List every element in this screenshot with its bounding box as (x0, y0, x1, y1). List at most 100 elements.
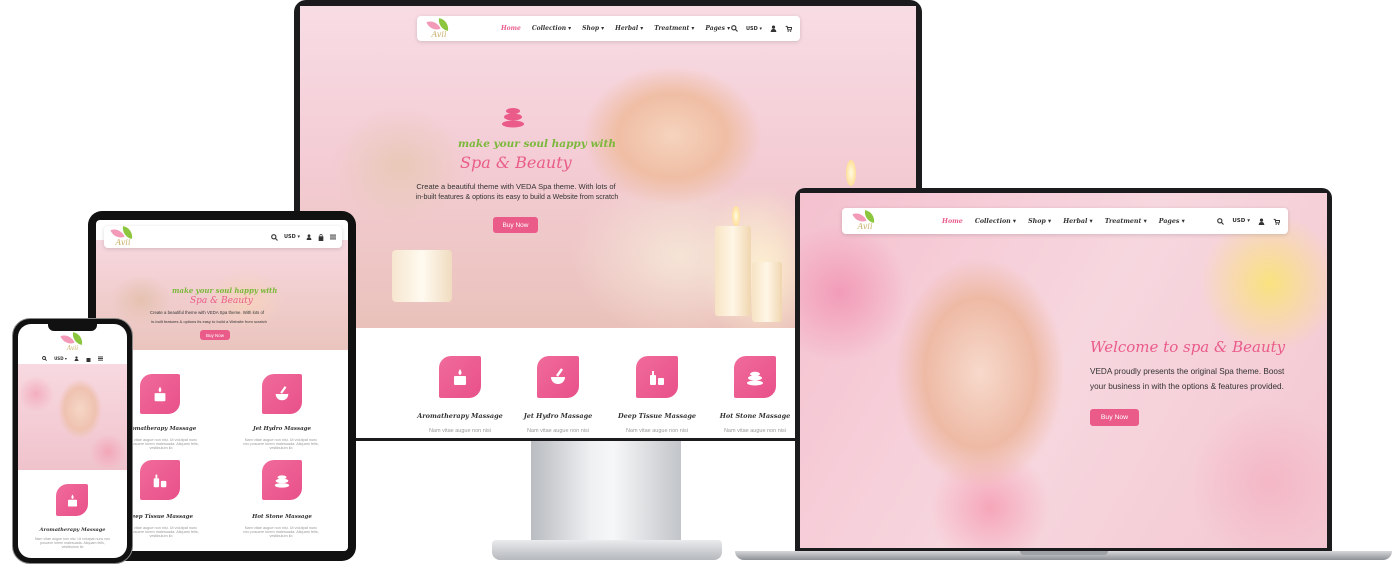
nav-treatment[interactable]: Treatment ▾ (654, 25, 694, 32)
user-icon[interactable] (770, 25, 777, 32)
bottle-icon[interactable] (636, 356, 678, 398)
nav-collection[interactable]: Collection ▾ (532, 25, 571, 32)
laptop-hero-text-1: VEDA proudly presents the original Spa t… (1090, 367, 1285, 376)
desktop-hero-title: Spa & Beauty (460, 153, 572, 172)
service-title: Jet Hydro Massage (252, 426, 312, 432)
logo-word: Avii (66, 344, 79, 352)
site-logo[interactable]: Avii (59, 331, 86, 353)
nav-shop[interactable]: Shop ▾ (582, 25, 604, 32)
user-icon[interactable] (306, 234, 312, 240)
user-icon[interactable] (74, 356, 79, 361)
leaf-logo-icon (110, 226, 136, 241)
laptop-nav-tools: USD ▾ (1217, 217, 1280, 225)
tablet-buy-now-button[interactable]: Buy Now (200, 330, 230, 340)
nav-treatment[interactable]: Treatment ▾ (1105, 218, 1147, 225)
search-icon[interactable] (731, 25, 738, 32)
site-logo[interactable]: Avii (110, 226, 136, 247)
service-text: Nam vitae augue non nisi. Ut volutpat nu… (123, 438, 199, 450)
nav-shop[interactable]: Shop ▾ (1028, 218, 1051, 225)
service-title: Deep Tissue Massage (617, 412, 697, 420)
nav-herbal[interactable]: Herbal ▾ (1063, 218, 1093, 225)
leaf-logo-icon (852, 210, 878, 225)
stones-icon[interactable] (262, 460, 302, 500)
laptop-hero-text-2: your business in with the options & feat… (1090, 382, 1284, 391)
desktop-nav-tools: USD ▾ (731, 25, 792, 32)
nav-collection[interactable]: Collection ▾ (975, 218, 1016, 225)
candle-icon[interactable] (56, 484, 88, 516)
cart-icon[interactable] (1273, 218, 1280, 225)
logo-word: Avii (857, 222, 873, 231)
laptop-notch (1020, 551, 1108, 555)
candle (752, 262, 782, 322)
phone-nav-tools: USD ▾ (42, 356, 103, 362)
candle (715, 226, 751, 316)
stones-icon[interactable] (734, 356, 776, 398)
service-title: Aromatherapy Massage (39, 527, 106, 533)
desktop-hero-text-2: in-built features & options its easy to … (415, 194, 619, 201)
nav-home[interactable]: Home (942, 218, 963, 225)
service-text: Nam vitae augue non nisi. Ut volutpat nu… (123, 526, 199, 538)
nav-herbal[interactable]: Herbal ▾ (615, 25, 643, 32)
service-text: Nam vitae augue non nisi (428, 428, 492, 434)
desktop-buy-now-button[interactable]: Buy Now (493, 217, 538, 233)
laptop-buy-now-button[interactable]: Buy Now (1090, 409, 1139, 426)
tablet-navbar: Avii USD ▾ (104, 226, 342, 248)
service-text: Nam vitae augue non nisi (526, 428, 590, 434)
leaf-logo-icon (426, 17, 452, 33)
bag-icon[interactable] (86, 356, 91, 362)
search-icon[interactable] (271, 233, 278, 241)
bottle-icon[interactable] (140, 460, 180, 500)
currency-select[interactable]: USD ▾ (746, 26, 762, 32)
laptop-hero-title: Welcome to spa & Beauty (1090, 338, 1286, 356)
nav-pages[interactable]: Pages ▾ (705, 25, 730, 32)
cart-icon[interactable] (785, 25, 792, 32)
leaf-logo-icon (59, 331, 86, 347)
candle-icon[interactable] (439, 356, 481, 398)
nav-home[interactable]: Home (501, 25, 521, 32)
bag-icon[interactable] (318, 233, 324, 241)
desktop-hero-text-1: Create a beautiful theme with VEDA Spa t… (416, 182, 616, 191)
phone-screen: Avii USD ▾ Aromatherapy Massage Nam vita… (18, 324, 127, 558)
phone-hero-image (18, 364, 127, 470)
menu-icon[interactable] (97, 356, 103, 361)
service-text: Nam vitae augue non nisi. Ut volutpat nu… (34, 537, 111, 549)
candle (392, 250, 452, 302)
tablet-nav-tools: USD ▾ (271, 233, 336, 241)
laptop-navbar: Avii Home Collection ▾ Shop ▾ Herbal ▾ T… (842, 208, 1288, 234)
service-text: Nam vitae augue non nisi. Ut volutpat nu… (243, 438, 319, 450)
desktop-hero-script: make your soul happy with (458, 138, 617, 150)
user-icon[interactable] (1258, 217, 1265, 225)
search-icon[interactable] (1217, 217, 1225, 225)
monitor-stand-neck (531, 440, 681, 545)
mortar-icon[interactable] (537, 356, 579, 398)
service-text: Nam vitae augue non nisi (625, 428, 689, 434)
currency-select[interactable]: USD ▾ (284, 234, 300, 240)
desktop-navbar: Avii Home Collection ▾ Shop ▾ Herbal ▾ T… (417, 16, 800, 41)
mortar-icon[interactable] (262, 374, 302, 414)
tablet-screen: Avii USD ▾ make your soul happy with Spa… (96, 220, 348, 551)
tablet-hero-script: make your soul happy with (172, 286, 278, 295)
tablet-hero-text-1: Create a beautiful theme with VEDA Spa t… (149, 310, 265, 315)
service-title: Hot Stone Massage (719, 412, 791, 420)
stones-icon (500, 104, 526, 128)
service-title: Hot Stone Massage (252, 514, 312, 520)
service-title: Jet Hydro Massage (523, 412, 593, 420)
search-icon[interactable] (42, 356, 48, 361)
site-logo[interactable]: Avii (850, 210, 880, 231)
logo-word: Avii (431, 29, 447, 39)
tablet-hero-title: Spa & Beauty (190, 296, 253, 306)
service-text: Nam vitae augue non nisi. Ut volutpat nu… (243, 526, 319, 538)
candle-flame (846, 160, 856, 186)
nav-pages[interactable]: Pages ▾ (1159, 218, 1185, 225)
site-logo[interactable]: Avii (425, 17, 453, 39)
monitor-stand-base (492, 540, 722, 560)
currency-select[interactable]: USD ▾ (1232, 218, 1250, 224)
candle-flame (732, 206, 740, 226)
service-text: Nam vitae augue non nisi (723, 428, 787, 434)
currency-select[interactable]: USD ▾ (54, 356, 67, 361)
phone-navbar: Avii USD ▾ (22, 331, 123, 362)
candle-icon[interactable] (140, 374, 180, 414)
menu-icon[interactable] (330, 234, 336, 240)
desktop-main-menu: Home Collection ▾ Shop ▾ Herbal ▾ Treatm… (501, 25, 730, 32)
laptop-main-menu: Home Collection ▾ Shop ▾ Herbal ▾ Treatm… (942, 218, 1185, 225)
